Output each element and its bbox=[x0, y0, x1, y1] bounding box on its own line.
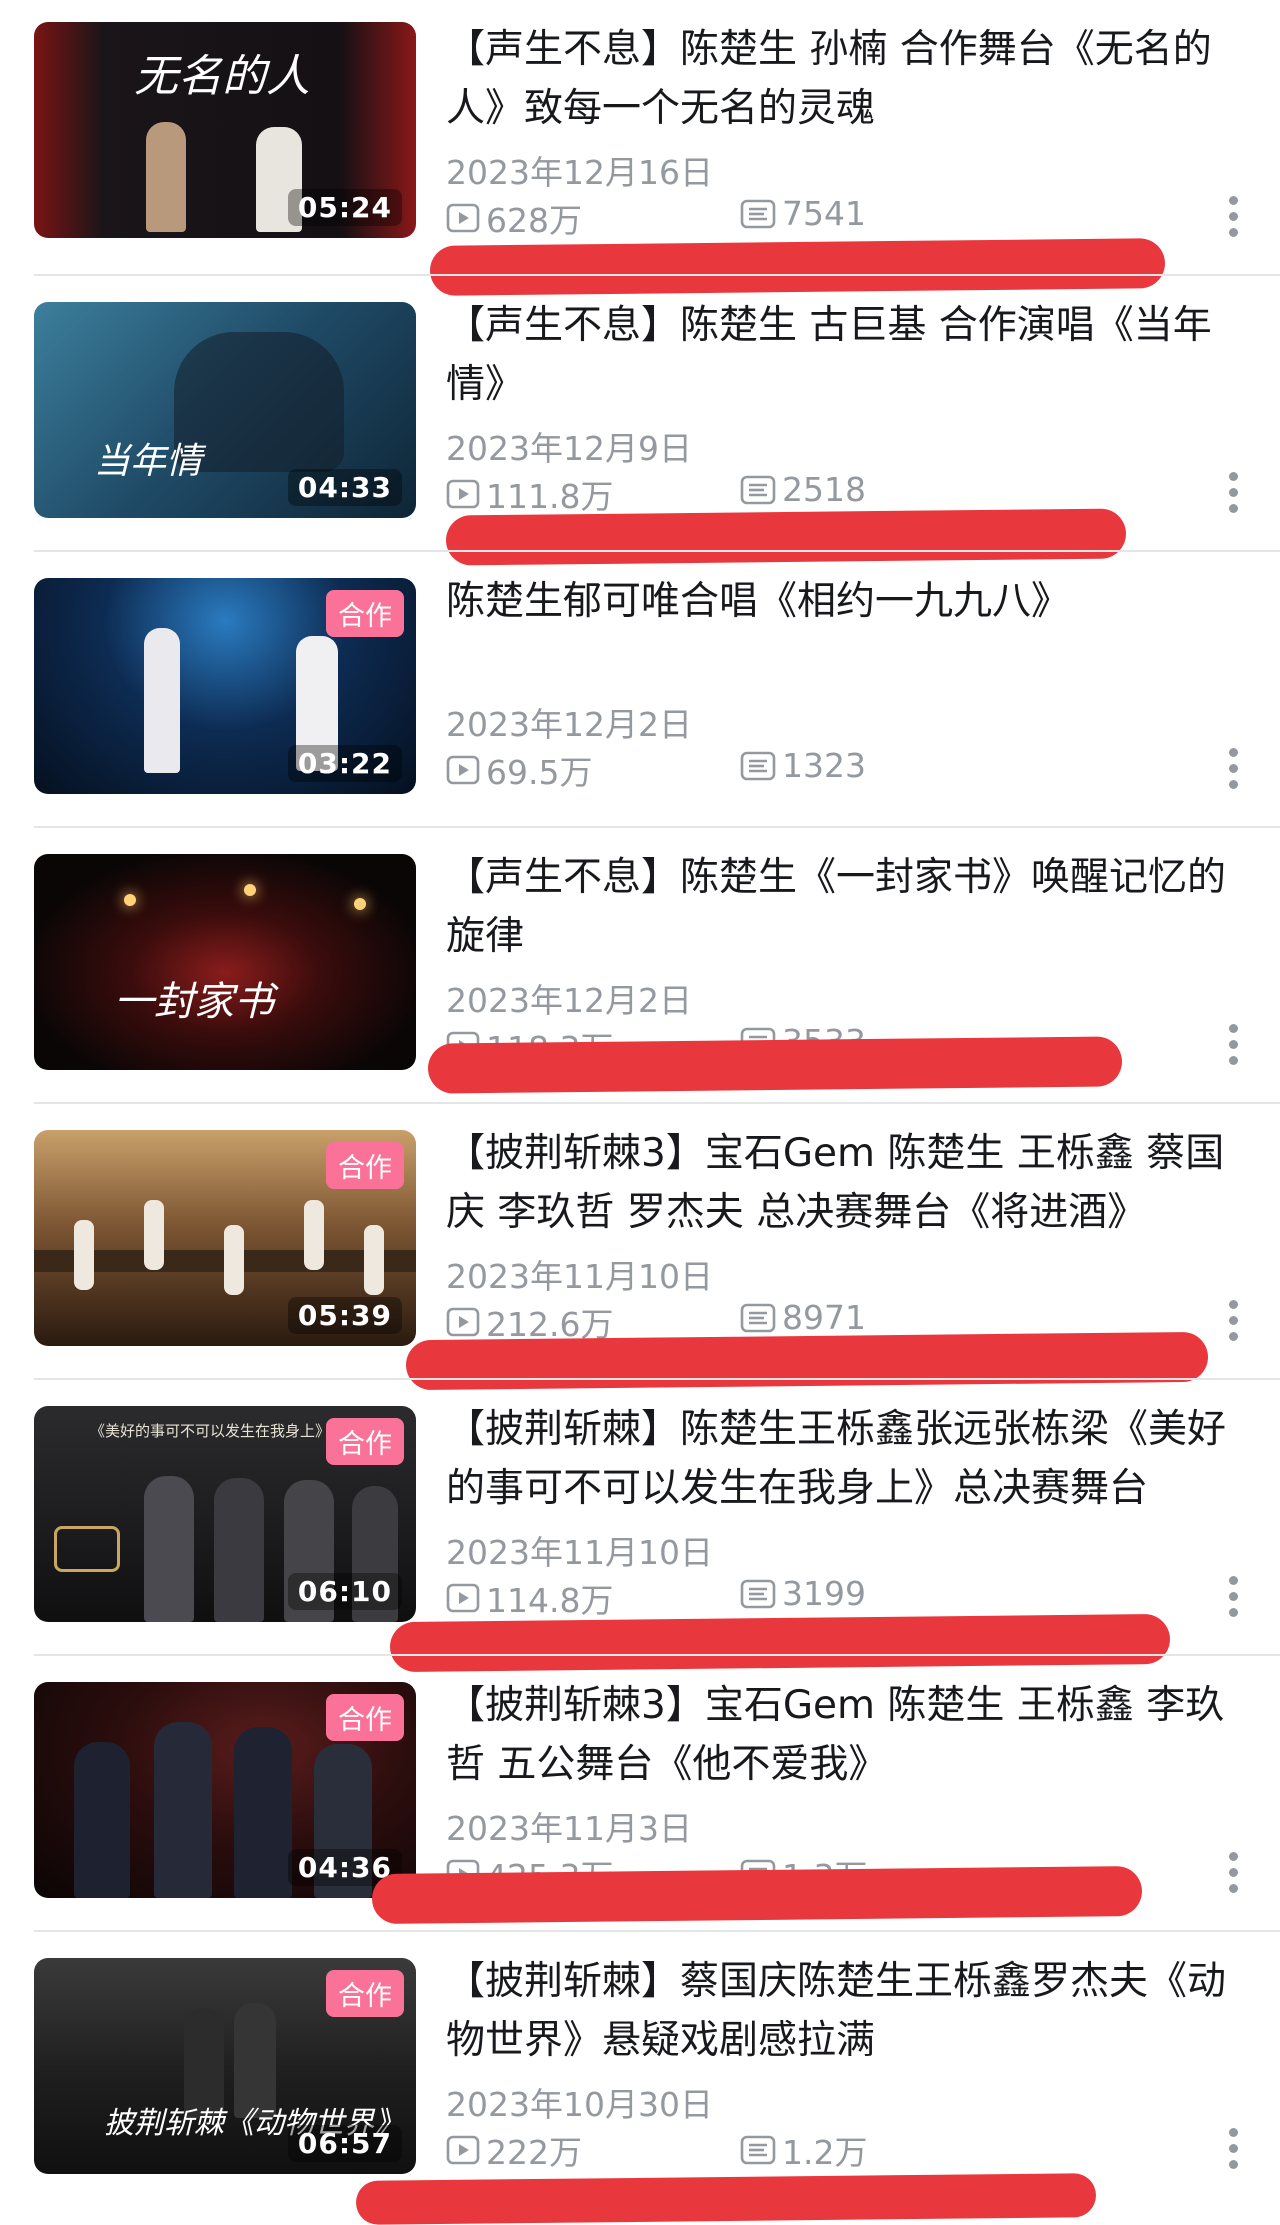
more-options-icon[interactable] bbox=[1226, 1852, 1240, 1896]
danmaku-icon bbox=[740, 1303, 776, 1332]
list-item[interactable]: 披荆斩棘《动物世界》 合作 06:57 【披荆斩棘】蔡国庆陈楚生王栎鑫罗杰夫《动… bbox=[0, 1932, 1280, 2225]
video-title[interactable]: 【披荆斩棘3】宝石Gem 陈楚生 王栎鑫 蔡国庆 李玖哲 罗杰夫 总决赛舞台《将… bbox=[446, 1124, 1246, 1242]
collab-badge: 合作 bbox=[326, 590, 404, 637]
collab-badge: 合作 bbox=[326, 1694, 404, 1741]
video-thumbnail[interactable]: 当年情 04:33 bbox=[34, 302, 416, 518]
publish-date: 2023年12月2日 bbox=[446, 705, 692, 744]
video-thumbnail[interactable]: 披荆斩棘《动物世界》 合作 06:57 bbox=[34, 1958, 416, 2174]
video-thumbnail[interactable]: 合作 03:22 bbox=[34, 578, 416, 794]
more-options-icon[interactable] bbox=[1226, 748, 1240, 792]
more-options-icon[interactable] bbox=[1226, 196, 1240, 240]
collab-badge: 合作 bbox=[326, 1142, 404, 1189]
thumbnail-caption: 无名的人 bbox=[134, 51, 310, 102]
video-duration: 06:10 bbox=[287, 1573, 402, 1610]
video-title[interactable]: 【披荆斩棘】蔡国庆陈楚生王栎鑫罗杰夫《动物世界》悬疑戏剧感拉满 bbox=[446, 1952, 1246, 2070]
more-options-icon[interactable] bbox=[1226, 1024, 1240, 1068]
more-options-icon[interactable] bbox=[1226, 1300, 1240, 1344]
publish-date: 2023年12月2日 bbox=[446, 981, 692, 1020]
list-item[interactable]: 当年情 04:33 【声生不息】陈楚生 古巨基 合作演唱《当年情》 2023年1… bbox=[0, 276, 1280, 566]
play-count-icon bbox=[446, 2135, 480, 2165]
video-thumbnail[interactable]: 合作 05:39 bbox=[34, 1130, 416, 1346]
video-duration: 03:22 bbox=[287, 745, 402, 782]
list-item[interactable]: 合作 04:36 【披荆斩棘3】宝石Gem 陈楚生 王栎鑫 李玖哲 五公舞台《他… bbox=[0, 1656, 1280, 1932]
red-annotation-line bbox=[371, 1865, 1143, 1925]
video-title[interactable]: 【声生不息】陈楚生《一封家书》唤醒记忆的旋律 bbox=[446, 848, 1246, 966]
video-duration: 06:57 bbox=[287, 2125, 402, 2162]
danmaku-count: 2518 bbox=[740, 470, 866, 509]
video-stats: 114.8万 3199 bbox=[446, 1574, 1226, 1620]
play-count-icon bbox=[446, 1307, 480, 1337]
thumbnail-caption: 当年情 bbox=[94, 441, 203, 482]
video-stats: 111.8万 2518 bbox=[446, 470, 1226, 516]
thumbnail-image: 一封家书 bbox=[34, 854, 416, 1070]
view-count: 114.8万 bbox=[446, 1574, 613, 1622]
red-annotation-line bbox=[427, 1036, 1123, 1094]
danmaku-icon bbox=[740, 2135, 776, 2165]
play-count-icon bbox=[446, 1583, 480, 1613]
video-stats: 69.5万 1323 bbox=[446, 746, 1226, 792]
video-title[interactable]: 陈楚生郁可唯合唱《相约一九九八》 bbox=[446, 572, 1246, 631]
red-annotation-line bbox=[355, 2173, 1097, 2225]
publish-date: 2023年10月30日 bbox=[446, 2085, 713, 2124]
video-stats: 222万 1.2万 bbox=[446, 2126, 1226, 2172]
thumbnail-caption: 一封家书 bbox=[114, 979, 274, 1025]
danmaku-count: 8971 bbox=[740, 1298, 866, 1337]
view-count: 111.8万 bbox=[446, 470, 613, 518]
more-options-icon[interactable] bbox=[1226, 1576, 1240, 1620]
thumbnail-caption: 《美好的事可不可以发生在我身上》 bbox=[90, 1422, 331, 1440]
view-count: 69.5万 bbox=[446, 746, 592, 794]
publish-date: 2023年11月3日 bbox=[446, 1809, 692, 1848]
list-item[interactable]: 无名的人 05:24 【声生不息】陈楚生 孙楠 合作舞台《无名的人》致每一个无名… bbox=[0, 0, 1280, 296]
more-options-icon[interactable] bbox=[1226, 472, 1240, 516]
video-stats: 628万 7541 bbox=[446, 194, 1226, 240]
danmaku-count: 3199 bbox=[740, 1574, 866, 1613]
danmaku-icon bbox=[740, 1579, 776, 1608]
collab-badge: 合作 bbox=[326, 1970, 404, 2017]
video-thumbnail[interactable]: 合作 04:36 bbox=[34, 1682, 416, 1898]
video-thumbnail[interactable]: 无名的人 05:24 bbox=[34, 22, 416, 238]
danmaku-count: 7541 bbox=[740, 194, 866, 233]
list-item[interactable]: 《美好的事可不可以发生在我身上》 合作 06:10 【披荆斩棘】陈楚生王栎鑫张远… bbox=[0, 1380, 1280, 1673]
publish-date: 2023年11月10日 bbox=[446, 1533, 713, 1572]
danmaku-icon bbox=[740, 199, 776, 228]
list-item[interactable]: 一封家书 【声生不息】陈楚生《一封家书》唤醒记忆的旋律 2023年12月2日 1… bbox=[0, 828, 1280, 1104]
publish-date: 2023年12月16日 bbox=[446, 153, 713, 192]
list-item[interactable]: 合作 05:39 【披荆斩棘3】宝石Gem 陈楚生 王栎鑫 蔡国庆 李玖哲 罗杰… bbox=[0, 1104, 1280, 1391]
video-duration: 05:24 bbox=[287, 189, 402, 226]
video-thumbnail[interactable]: 一封家书 bbox=[34, 854, 416, 1070]
danmaku-count: 1323 bbox=[740, 746, 866, 785]
play-count-icon bbox=[446, 479, 480, 509]
view-count: 222万 bbox=[446, 2126, 582, 2174]
play-count-icon bbox=[446, 755, 480, 785]
video-thumbnail[interactable]: 《美好的事可不可以发生在我身上》 合作 06:10 bbox=[34, 1406, 416, 1622]
publish-date: 2023年12月9日 bbox=[446, 429, 692, 468]
video-title[interactable]: 【声生不息】陈楚生 孙楠 合作舞台《无名的人》致每一个无名的灵魂 bbox=[446, 20, 1246, 138]
view-count: 628万 bbox=[446, 194, 582, 242]
list-item[interactable]: 合作 03:22 陈楚生郁可唯合唱《相约一九九八》 2023年12月2日 69.… bbox=[0, 552, 1280, 828]
more-options-icon[interactable] bbox=[1226, 2128, 1240, 2172]
video-duration: 04:33 bbox=[287, 469, 402, 506]
danmaku-icon bbox=[740, 475, 776, 504]
video-duration: 05:39 bbox=[287, 1297, 402, 1334]
publish-date: 2023年11月10日 bbox=[446, 1257, 713, 1296]
video-title[interactable]: 【声生不息】陈楚生 古巨基 合作演唱《当年情》 bbox=[446, 296, 1246, 414]
collab-badge: 合作 bbox=[326, 1418, 404, 1465]
danmaku-count: 1.2万 bbox=[740, 2126, 867, 2174]
play-count-icon bbox=[446, 203, 480, 233]
video-title[interactable]: 【披荆斩棘】陈楚生王栎鑫张远张栋梁《美好的事可不可以发生在我身上》总决赛舞台 bbox=[446, 1400, 1246, 1518]
video-list: 无名的人 05:24 【声生不息】陈楚生 孙楠 合作舞台《无名的人》致每一个无名… bbox=[0, 0, 1280, 2225]
danmaku-icon bbox=[740, 751, 776, 780]
video-title[interactable]: 【披荆斩棘3】宝石Gem 陈楚生 王栎鑫 李玖哲 五公舞台《他不爱我》 bbox=[446, 1676, 1246, 1794]
